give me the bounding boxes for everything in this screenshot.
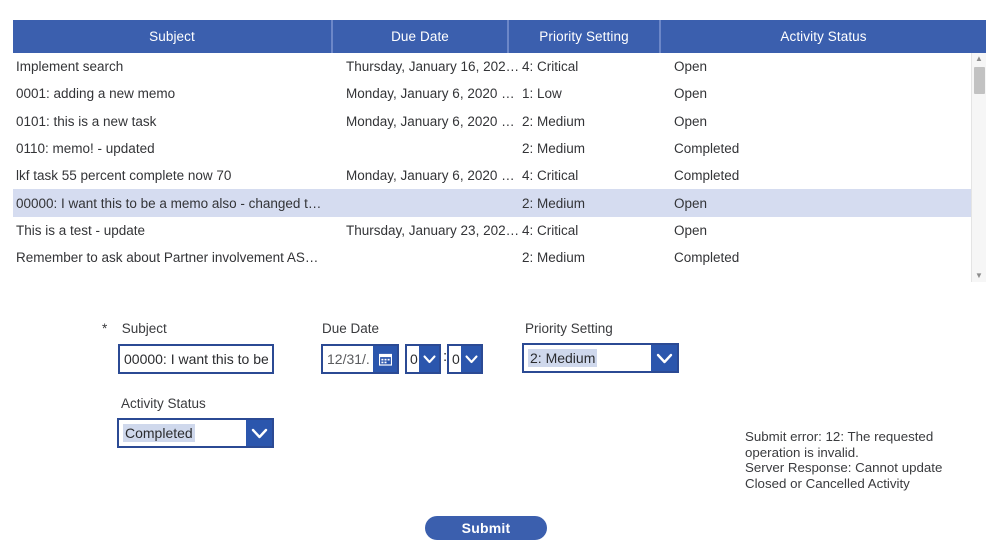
cell-subject: 0110: memo! - updated (16, 141, 155, 157)
table-row[interactable]: lkf task 55 percent complete now 70 Monda… (13, 162, 986, 189)
table-row[interactable]: Implement search Thursday, January 16, 20… (13, 53, 986, 80)
subject-label: Subject (121, 321, 167, 336)
column-header-due-date[interactable]: Due Date (333, 20, 509, 53)
error-line-1: Submit error: 12: The requested (745, 429, 934, 444)
hour-value: 0 (410, 351, 418, 367)
calendar-icon[interactable] (373, 346, 397, 372)
subject-label-group: * Subject (102, 320, 167, 338)
table-row[interactable]: 0101: this is a new task Monday, January … (13, 108, 986, 135)
column-header-subject[interactable]: Subject (13, 20, 333, 53)
cell-subject: 0101: this is a new task (16, 113, 157, 129)
cell-status: Completed (674, 141, 740, 157)
cell-subject: 0001: adding a new memo (16, 86, 176, 102)
submit-error-message: Submit error: 12: The requested operatio… (745, 429, 955, 491)
activity-form-page: Subject Due Date Priority Setting Activi… (0, 0, 999, 556)
cell-subject: 00000: I want this to be a memo also - c… (16, 195, 322, 211)
cell-priority: 4: Critical (522, 222, 579, 238)
chevron-down-icon[interactable] (419, 346, 439, 372)
table-row[interactable]: This is a test - update Thursday, January… (13, 217, 986, 244)
cell-due-date: Monday, January 6, 2020 … (346, 86, 515, 102)
activity-status-select[interactable]: Completed (117, 418, 274, 448)
column-header-activity-status[interactable]: Activity Status (661, 20, 986, 53)
cell-status: Open (674, 222, 708, 238)
priority-setting-select[interactable]: 2: Medium (522, 343, 679, 373)
activities-grid: Subject Due Date Priority Setting Activi… (13, 20, 986, 282)
cell-due-date: Monday, January 6, 2020 … (346, 168, 515, 184)
priority-setting-label: Priority Setting (525, 321, 613, 336)
cell-status: Open (674, 86, 708, 102)
cell-status: Open (674, 59, 708, 75)
table-row[interactable]: 0001: adding a new memo Monday, January 6… (13, 80, 986, 107)
chevron-down-icon[interactable] (246, 420, 272, 446)
chevron-down-icon[interactable] (651, 345, 677, 371)
grid-body: Implement search Thursday, January 16, 20… (13, 53, 986, 282)
cell-due-date: Monday, January 6, 2020 … (346, 113, 515, 129)
grid-header-row: Subject Due Date Priority Setting Activi… (13, 20, 986, 53)
table-row[interactable]: 00000: I want this to be a memo also - c… (13, 189, 986, 217)
due-date-hour-select[interactable]: 0 (405, 344, 441, 374)
activity-status-label: Activity Status (121, 396, 206, 411)
cell-priority: 2: Medium (522, 195, 586, 211)
activity-status-value: Completed (123, 424, 195, 442)
cell-subject: This is a test - update (16, 222, 146, 238)
error-line-4: Closed or Cancelled Activity (745, 475, 910, 491)
cell-subject: lkf task 55 percent complete now 70 (16, 168, 232, 184)
cell-priority: 1: Low (522, 86, 562, 102)
cell-status: Open (674, 195, 708, 211)
cell-priority: 2: Medium (522, 250, 586, 266)
table-row[interactable]: Remember to ask about Partner involvemen… (13, 244, 986, 271)
due-date-label: Due Date (322, 321, 380, 336)
cell-status: Completed (674, 168, 740, 184)
cell-priority: 2: Medium (522, 113, 586, 129)
due-date-input[interactable]: 12/31/. (321, 344, 399, 374)
due-date-minute-select[interactable]: 0 (447, 344, 483, 374)
grid-vertical-scrollbar[interactable]: ▲ ▼ (971, 53, 986, 282)
minute-value: 0 (452, 351, 460, 367)
error-line-3: Server Response: Cannot update (745, 460, 943, 475)
scroll-down-arrow-icon[interactable]: ▼ (972, 270, 986, 282)
due-date-value: 12/31/. (327, 351, 370, 367)
cell-status: Completed (674, 250, 740, 266)
table-row[interactable]: 0110: memo! - updated 2: Medium Completed (13, 135, 986, 162)
submit-button[interactable]: Submit (425, 516, 547, 540)
cell-priority: 4: Critical (522, 168, 579, 184)
cell-subject: Implement search (16, 59, 124, 75)
scrollbar-thumb[interactable] (974, 67, 985, 94)
cell-due-date: Thursday, January 23, 202… (346, 222, 519, 238)
scroll-up-arrow-icon[interactable]: ▲ (972, 53, 986, 65)
cell-priority: 4: Critical (522, 59, 579, 75)
cell-subject: Remember to ask about Partner involvemen… (16, 250, 319, 266)
cell-due-date: Thursday, January 16, 202… (346, 59, 519, 75)
cell-priority: 2: Medium (522, 141, 586, 157)
priority-setting-value: 2: Medium (528, 349, 598, 367)
error-line-2: operation is invalid. (745, 444, 859, 460)
cell-status: Open (674, 113, 708, 129)
subject-input[interactable] (118, 344, 274, 374)
chevron-down-icon[interactable] (461, 346, 481, 372)
subject-required-marker: * (102, 321, 108, 336)
column-header-priority-setting[interactable]: Priority Setting (509, 20, 661, 53)
